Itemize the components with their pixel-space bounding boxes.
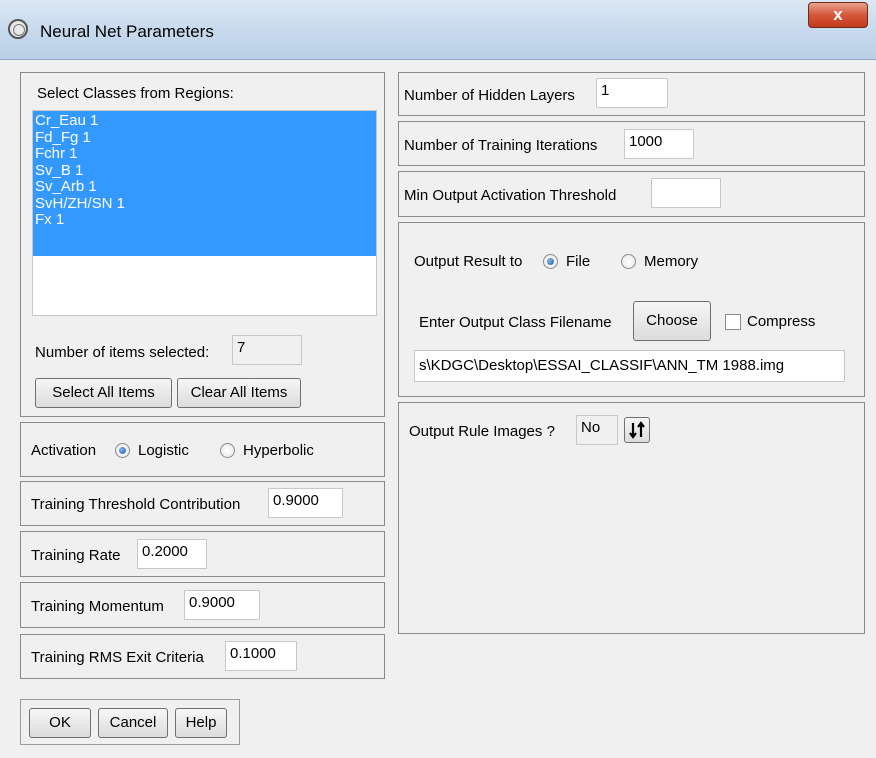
rate-input[interactable]: 0.2000 [137,539,207,569]
logistic-radio[interactable] [115,443,130,458]
memory-radio[interactable] [621,254,636,269]
activation-label: Activation [31,442,97,459]
help-button[interactable]: Help [175,708,227,738]
ok-button[interactable]: OK [29,708,91,738]
compress-checkbox[interactable] [725,314,741,330]
memory-label[interactable]: Memory [644,253,698,270]
momentum-group: Training Momentum 0.9000 [20,582,385,628]
list-item[interactable]: SvH/ZH/SN 1 [33,195,376,213]
title-bar: Neural Net Parameters x [0,0,876,60]
list-item[interactable]: Cr_Eau 1 [33,113,376,130]
classes-listbox[interactable]: Cr_Eau 1 Fd_Fg 1 Fchr 1 Sv_B 1 Sv_Arb 1 … [32,110,377,316]
threshold-label: Training Threshold Contribution [31,496,241,513]
select-all-button[interactable]: Select All Items [35,378,172,408]
filename-input[interactable]: s\KDGC\Desktop\ESSAI_CLASSIF\ANN_TM 1988… [414,350,845,382]
rule-images-value: No [576,415,618,445]
window-title: Neural Net Parameters [40,22,214,41]
output-group: Output Result to File Memory Enter Outpu… [398,222,865,397]
filename-label: Enter Output Class Filename [419,314,612,331]
up-down-arrows-icon[interactable] [624,417,650,443]
choose-button[interactable]: Choose [633,301,711,341]
app-icon [8,19,28,39]
hidden-layers-group: Number of Hidden Layers 1 [398,72,865,116]
momentum-input[interactable]: 0.9000 [184,590,260,620]
toggle-arrows-glyph [629,421,645,439]
file-label[interactable]: File [566,253,590,270]
min-activation-group: Min Output Activation Threshold [398,171,865,217]
hyperbolic-radio[interactable] [220,443,235,458]
output-result-label: Output Result to [414,253,523,270]
min-activation-label: Min Output Activation Threshold [404,187,617,204]
compress-label[interactable]: Compress [747,313,815,330]
list-item[interactable]: Fx 1 [33,212,376,229]
rate-label: Training Rate [31,547,121,564]
min-activation-input[interactable] [651,178,721,208]
rms-group: Training RMS Exit Criteria 0.1000 [20,634,385,679]
rate-group: Training Rate 0.2000 [20,531,385,577]
selected-count-label: Number of items selected: [35,344,210,361]
dialog-body: Select Classes from Regions: Cr_Eau 1 Fd… [0,60,876,758]
hidden-layers-input[interactable]: 1 [596,78,668,108]
file-radio[interactable] [543,254,558,269]
momentum-label: Training Momentum [31,598,164,615]
selected-count-field: 7 [232,335,302,365]
rule-images-label: Output Rule Images ? [409,423,555,440]
iterations-label: Number of Training Iterations [404,137,598,154]
cancel-button[interactable]: Cancel [98,708,168,738]
classes-group: Select Classes from Regions: Cr_Eau 1 Fd… [20,72,385,417]
classes-label: Select Classes from Regions: [37,85,234,102]
threshold-input[interactable]: 0.9000 [268,488,343,518]
iterations-input[interactable]: 1000 [624,129,694,159]
rms-label: Training RMS Exit Criteria [31,649,204,666]
rms-input[interactable]: 0.1000 [225,641,297,671]
hyperbolic-label[interactable]: Hyperbolic [243,442,314,459]
activation-group: Activation Logistic Hyperbolic [20,422,385,477]
list-item[interactable]: Fchr 1 [33,146,376,163]
iterations-group: Number of Training Iterations 1000 [398,121,865,166]
clear-all-button[interactable]: Clear All Items [177,378,301,408]
list-item[interactable]: Sv_Arb 1 [33,179,376,196]
rule-images-group: Output Rule Images ? No [398,402,865,634]
dialog-buttons-group: OK Cancel Help [20,699,240,745]
list-item[interactable]: Fd_Fg 1 [33,129,376,147]
hidden-layers-label: Number of Hidden Layers [404,87,575,104]
list-item[interactable]: Sv_B 1 [33,162,376,180]
logistic-label[interactable]: Logistic [138,442,189,459]
close-button[interactable]: x [808,2,868,28]
threshold-group: Training Threshold Contribution 0.9000 [20,481,385,526]
